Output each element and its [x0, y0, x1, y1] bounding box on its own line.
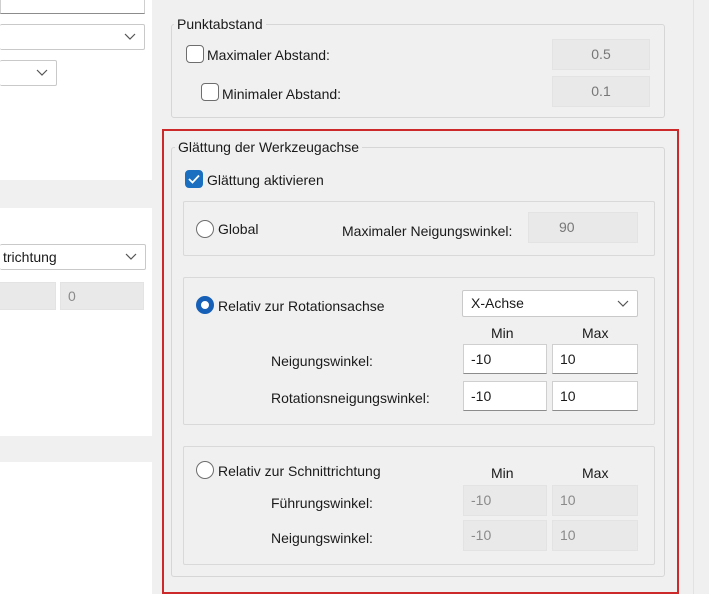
left-combo-1[interactable] [0, 24, 145, 50]
right-edge-divider [693, 0, 694, 594]
min-distance-checkbox[interactable] [201, 83, 219, 101]
highlight-box [162, 129, 679, 594]
left-disabled-field-a [0, 282, 56, 310]
chevron-down-icon [36, 69, 48, 76]
min-distance-value: 0.1 [552, 76, 650, 107]
chevron-down-icon [125, 253, 137, 260]
min-distance-label: Minimaler Abstand: [222, 86, 342, 102]
left-combo-3-value: trichtung [3, 249, 57, 265]
max-distance-value: 0.5 [552, 39, 650, 70]
left-panel-bottom [0, 462, 152, 594]
left-top-input[interactable] [0, 0, 145, 14]
max-distance-checkbox[interactable] [186, 45, 204, 63]
left-field-value: 0 [68, 288, 76, 304]
chevron-down-icon [124, 33, 136, 40]
max-distance-label: Maximaler Abstand: [207, 47, 330, 63]
left-disabled-field-b: 0 [60, 282, 144, 310]
left-combo-3[interactable]: trichtung [0, 244, 146, 270]
punktabstand-title: Punktabstand [174, 16, 266, 32]
left-panel-middle [0, 208, 152, 436]
left-combo-2[interactable] [0, 60, 57, 86]
